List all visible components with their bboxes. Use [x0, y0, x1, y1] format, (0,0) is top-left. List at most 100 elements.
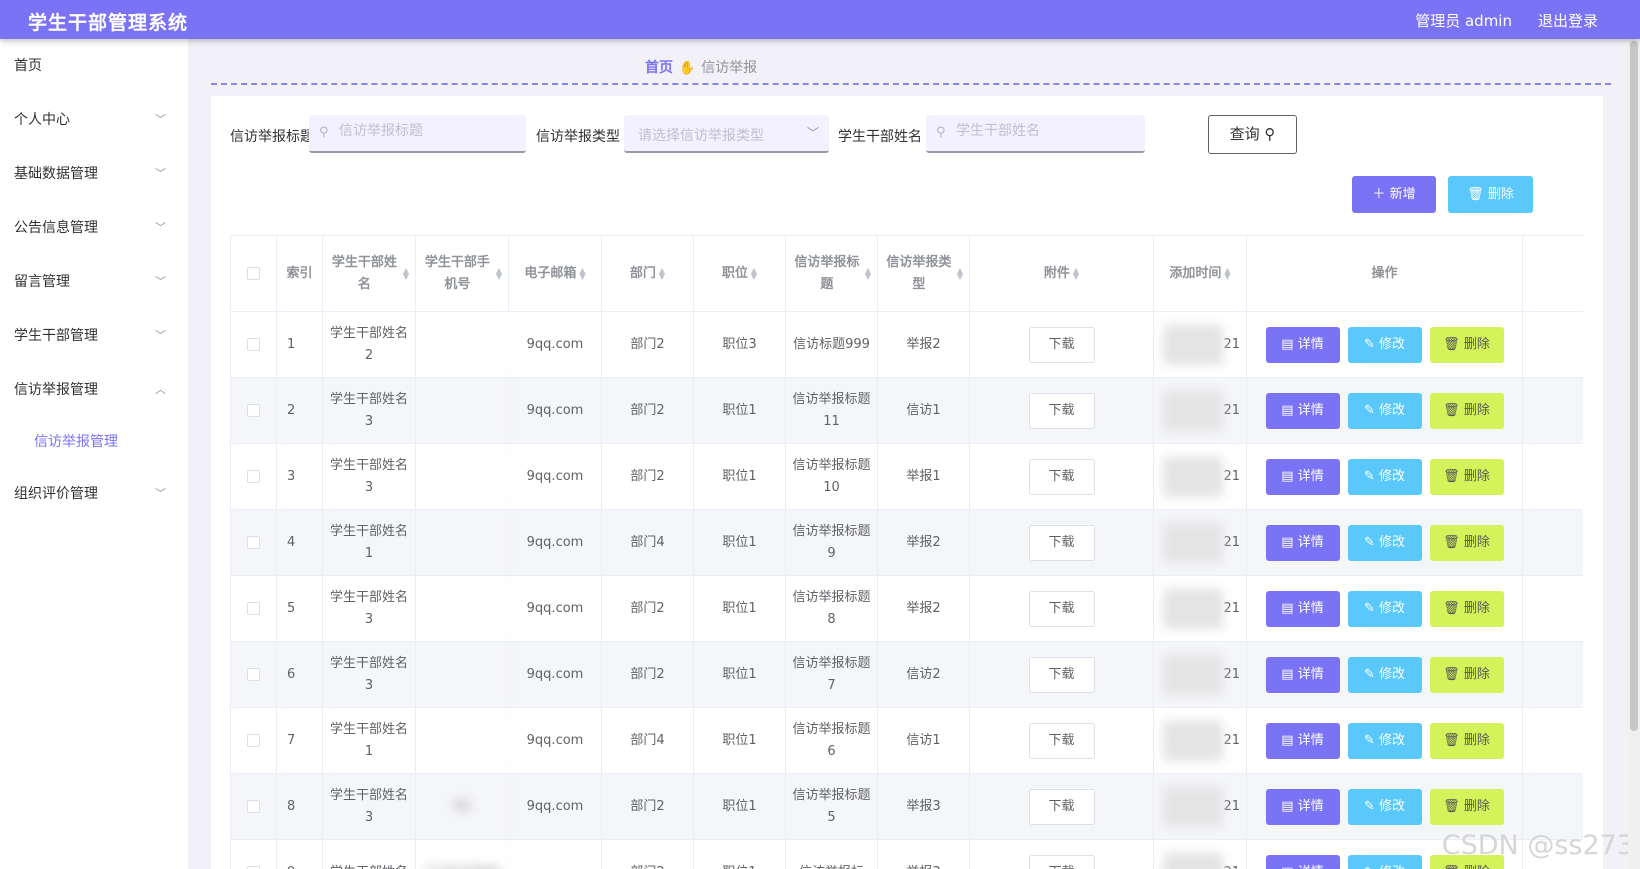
cell-email: 9qq.com [509, 708, 602, 773]
cell-name: 学生干部姓名2 [323, 312, 416, 377]
sidebar-item-petition[interactable]: 信访举报管理 ︿ [0, 363, 188, 417]
name-search-input[interactable] [956, 123, 1126, 139]
table-row: 9学生干部姓名177037869 部门2职位1信访举报标举报3 下载 21 ▤ 详情 ✎ … [231, 840, 1583, 869]
document-icon: ▤ [1281, 732, 1298, 748]
download-button[interactable]: 下载 [1028, 590, 1095, 627]
download-button[interactable]: 下载 [1028, 392, 1095, 429]
edit-button[interactable]: ✎ 修改 [1347, 722, 1422, 759]
cell-actions: ▤ 详情✎ 修改🗑 删除 [1247, 642, 1523, 707]
delete-button[interactable]: 🗑 删除 [1429, 656, 1504, 693]
edit-button[interactable]: ✎ 修改 [1347, 524, 1422, 561]
edit-label: 修改 [1379, 865, 1405, 869]
cell-phone [416, 510, 509, 575]
cell-type: 信访1 [878, 708, 970, 773]
detail-button[interactable]: ▤ 详情 [1265, 524, 1340, 561]
row-select-cell [231, 312, 277, 377]
row-select-cell [231, 378, 277, 443]
col-header-name[interactable]: 学生干部姓名 ▲ ▼ [323, 236, 416, 311]
scrollbar-thumb[interactable] [1630, 41, 1638, 731]
sidebar-item-base-data[interactable]: 基础数据管理 ﹀ [0, 147, 188, 201]
row-checkbox[interactable] [247, 734, 260, 747]
download-button[interactable]: 下载 [1028, 854, 1095, 869]
delete-button[interactable]: 🗑 删除 [1429, 788, 1504, 825]
detail-button[interactable]: ▤ 详情 [1265, 722, 1340, 759]
detail-label: 详情 [1297, 468, 1324, 484]
cell-position: 职位1 [694, 378, 786, 443]
col-header-time[interactable]: 添加时间 ▲ ▼ [1154, 236, 1247, 311]
sidebar-item-cadre[interactable]: 学生干部管理 ﹀ [0, 309, 188, 363]
download-button[interactable]: 下载 [1028, 788, 1095, 825]
title-search-input[interactable] [339, 123, 509, 139]
cell-phone: 177037869 [416, 840, 509, 869]
cell-time: 21 [1154, 444, 1247, 509]
download-button[interactable]: 下载 [1028, 458, 1095, 495]
detail-button[interactable]: ▤ 详情 [1265, 656, 1340, 693]
sidebar-item-home[interactable]: 首页 [0, 39, 188, 93]
detail-button[interactable]: ▤ 详情 [1265, 854, 1340, 869]
row-checkbox[interactable] [247, 602, 260, 615]
detail-button[interactable]: ▤ 详情 [1265, 458, 1340, 495]
delete-button[interactable]: 🗑 删除 [1429, 524, 1504, 561]
row-checkbox[interactable] [247, 668, 260, 681]
cell-time-suffix: 21 [1223, 666, 1240, 682]
edit-button[interactable]: ✎ 修改 [1347, 458, 1422, 495]
delete-button[interactable]: 🗑 删除 [1429, 590, 1504, 627]
detail-button[interactable]: ▤ 详情 [1265, 788, 1340, 825]
title-search-field[interactable]: ⚲ [309, 115, 526, 153]
delete-button[interactable]: 🗑 删除 [1429, 392, 1504, 429]
delete-button[interactable]: 🗑 删除 [1429, 458, 1504, 495]
cell-attachment: 下载 [970, 378, 1154, 443]
download-button[interactable]: 下载 [1028, 326, 1095, 363]
sidebar-item-personal[interactable]: 个人中心 ﹀ [0, 93, 188, 147]
query-button[interactable]: 查询 ⚲ [1208, 115, 1297, 154]
col-header-type[interactable]: 信访举报类型 ▲ ▼ [878, 236, 970, 311]
logout-link[interactable]: 退出登录 [1538, 10, 1598, 31]
sidebar-item-notice[interactable]: 公告信息管理 ﹀ [0, 201, 188, 255]
col-header-title[interactable]: 信访举报标题 ▲ ▼ [786, 236, 878, 311]
download-button[interactable]: 下载 [1028, 656, 1095, 693]
type-select[interactable]: 请选择信访举报类型 ﹀ [624, 115, 829, 153]
col-header-phone[interactable]: 学生干部手机号 ▲ ▼ [416, 236, 509, 311]
sidebar-subitem-petition-manage[interactable]: 信访举报管理 [0, 417, 188, 467]
delete-button[interactable]: 🗑 删除 [1429, 722, 1504, 759]
breadcrumb-home[interactable]: 首页 [645, 60, 673, 76]
cell-name: 学生干部姓名3 [323, 378, 416, 443]
name-search-field[interactable]: ⚲ [926, 115, 1145, 153]
edit-label: 修改 [1379, 666, 1406, 682]
select-all-checkbox[interactable] [247, 267, 260, 280]
pencil-icon: ✎ [1363, 534, 1379, 550]
cell-actions: ▤ 详情✎ 修改🗑 删除 [1247, 708, 1523, 773]
cell-type: 信访1 [878, 378, 970, 443]
col-header-attachment[interactable]: 附件 ▲ ▼ [970, 236, 1154, 311]
breadcrumb-current: 信访举报 [701, 60, 758, 76]
edit-button[interactable]: ✎ 修改 [1347, 656, 1422, 693]
add-button[interactable]: ＋ 新增 [1352, 176, 1436, 213]
detail-button[interactable]: ▤ 详情 [1265, 590, 1340, 627]
sort-icon: ▲ ▼ [1224, 265, 1231, 281]
delete-button[interactable]: 🗑 删除 [1429, 326, 1504, 363]
row-checkbox[interactable] [247, 800, 260, 813]
detail-button[interactable]: ▤ 详情 [1265, 326, 1340, 363]
col-header-dept[interactable]: 部门 ▲ ▼ [602, 236, 694, 311]
scrollbar[interactable] [1628, 39, 1640, 869]
col-header-email[interactable]: 电子邮箱 ▲ ▼ [509, 236, 602, 311]
edit-button[interactable]: ✎ 修改 [1347, 590, 1422, 627]
edit-button[interactable]: ✎ 修改 [1347, 326, 1422, 363]
detail-button[interactable]: ▤ 详情 [1265, 392, 1340, 429]
row-checkbox[interactable] [247, 536, 260, 549]
row-checkbox[interactable] [247, 338, 260, 351]
cell-position: 职位3 [694, 312, 786, 377]
col-header-position[interactable]: 职位 ▲ ▼ [694, 236, 786, 311]
sidebar-item-evaluation[interactable]: 组织评价管理 ﹀ [0, 467, 188, 521]
sidebar-item-message[interactable]: 留言管理 ﹀ [0, 255, 188, 309]
download-button[interactable]: 下载 [1028, 722, 1095, 759]
edit-button[interactable]: ✎ 修改 [1347, 392, 1422, 429]
cell-actions: ▤ 详情✎ 修改🗑 删除 [1247, 510, 1523, 575]
batch-delete-button[interactable]: 🗑 删除 [1448, 176, 1533, 213]
cell-actions: ▤ 详情✎ 修改🗑 删除 [1247, 378, 1523, 443]
download-button[interactable]: 下载 [1028, 524, 1095, 561]
row-checkbox[interactable] [247, 404, 260, 417]
edit-button[interactable]: ✎ 修改 [1347, 854, 1422, 869]
edit-button[interactable]: ✎ 修改 [1347, 788, 1422, 825]
row-checkbox[interactable] [247, 470, 260, 483]
